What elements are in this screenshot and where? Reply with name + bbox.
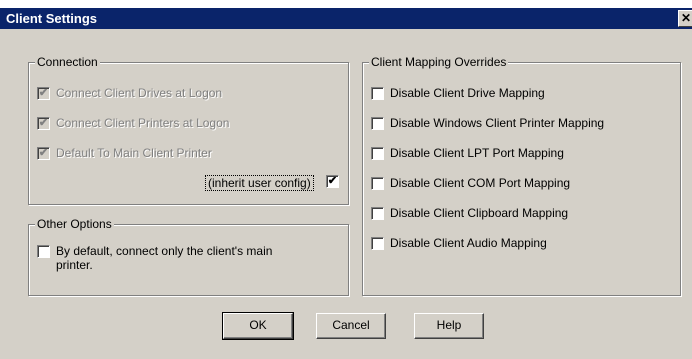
main-printer-only-label-line2: printer. [56,258,93,272]
inherit-user-config-label[interactable]: (inherit user config) [205,175,314,191]
drive-mapping-label: Disable Client Drive Mapping [390,86,545,100]
title-bar: Client Settings ✕ [0,8,692,29]
connect-drives-checkbox: ✔ [37,87,50,100]
mapping-overrides-group-title: Client Mapping Overrides [369,55,509,69]
close-icon: ✕ [680,11,692,25]
default-printer-checkbox: ✔ [37,147,50,160]
window-title: Client Settings [6,11,98,26]
help-button[interactable]: Help [414,313,484,339]
main-printer-only-checkbox[interactable] [37,245,50,258]
clipboard-mapping-label: Disable Client Clipboard Mapping [390,206,569,220]
connection-group: Connection ✔ Connect Client Drives at Lo… [28,55,349,205]
connect-printers-label: Connect Client Printers at Logon [56,116,230,130]
com-mapping-label: Disable Client COM Port Mapping [390,176,571,190]
drive-mapping-checkbox[interactable] [371,87,384,100]
ok-button[interactable]: OK [222,312,294,340]
connect-printers-checkbox: ✔ [37,117,50,130]
com-mapping-checkbox[interactable] [371,177,384,190]
inherit-user-config-checkbox[interactable]: ✔ [326,175,339,188]
default-printer-label: Default To Main Client Printer [56,146,212,160]
main-printer-only-label-line1: By default, connect only the client's ma… [56,244,273,258]
lpt-mapping-checkbox[interactable] [371,147,384,160]
audio-mapping-label: Disable Client Audio Mapping [390,236,547,250]
windows-printer-mapping-checkbox[interactable] [371,117,384,130]
mapping-overrides-group: Client Mapping Overrides Disable Client … [362,55,681,296]
windows-printer-mapping-label: Disable Windows Client Printer Mapping [390,116,605,130]
other-options-group-title: Other Options [35,217,114,231]
audio-mapping-checkbox[interactable] [371,237,384,250]
dialog-body: Connection ✔ Connect Client Drives at Lo… [0,29,692,359]
connect-drives-label: Connect Client Drives at Logon [56,86,223,100]
lpt-mapping-label: Disable Client LPT Port Mapping [390,146,564,160]
cancel-button[interactable]: Cancel [316,313,386,339]
close-button[interactable]: ✕ [678,10,692,27]
connection-group-title: Connection [35,55,100,69]
clipboard-mapping-checkbox[interactable] [371,207,384,220]
other-options-group: Other Options By default, connect only t… [28,217,349,296]
main-printer-only-label: By default, connect only the client's ma… [56,244,272,272]
